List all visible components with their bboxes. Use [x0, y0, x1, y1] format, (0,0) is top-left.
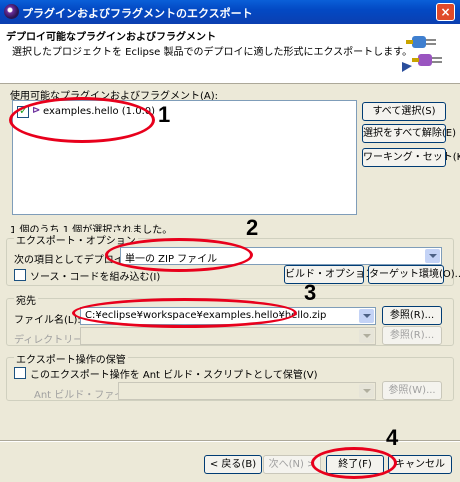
eclipse-icon	[4, 4, 19, 19]
browse-directory-button[interactable]: 参照(R)...	[382, 326, 442, 345]
ant-file-combo[interactable]	[118, 382, 376, 400]
annotation-ellipse-4	[311, 447, 397, 479]
chevron-down-icon[interactable]	[359, 309, 374, 323]
chevron-down-icon[interactable]	[425, 249, 440, 263]
header-title: デプロイ可能なプラグインおよびフラグメント	[6, 32, 216, 43]
chevron-down-icon[interactable]	[359, 384, 374, 398]
directory-combo[interactable]	[80, 327, 376, 345]
cancel-button[interactable]: キャンセル	[388, 455, 452, 474]
wizard-header: デプロイ可能なプラグインおよびフラグメント 選択したプロジェクトを Eclips…	[0, 24, 460, 84]
build-options-button[interactable]: ビルド・オプション(U)...	[284, 265, 400, 284]
annotation-number-2: 2	[246, 215, 259, 240]
include-source-checkbox[interactable]	[14, 269, 26, 281]
window-title: プラグインおよびフラグメントのエクスポート	[22, 7, 253, 20]
include-source-label: ソース・コードを組み込む(I)	[30, 272, 161, 283]
target-environment-button[interactable]: ターゲット環境(O)...	[368, 265, 460, 284]
title-bar: プラグインおよびフラグメントのエクスポート ×	[0, 0, 460, 24]
plugin-export-icon	[402, 36, 442, 72]
chevron-down-icon[interactable]	[359, 329, 374, 343]
file-name-label: ファイル名(L):	[14, 315, 81, 326]
annotation-number-4: 4	[386, 425, 399, 450]
select-all-button[interactable]: すべて選択(S)	[362, 102, 446, 121]
header-description: 選択したプロジェクトを Eclipse 製品でのデプロイに適した形式にエクスポー…	[12, 47, 413, 58]
save-export-legend: エクスポート操作の保管	[14, 351, 128, 366]
back-button[interactable]: < 戻る(B)	[204, 455, 262, 474]
annotation-ellipse-1	[9, 97, 155, 143]
browse-ant-button[interactable]: 参照(W)...	[382, 381, 442, 400]
annotation-ellipse-3	[72, 298, 297, 328]
annotation-number-1: 1	[158, 102, 171, 127]
destination-legend: 宛先	[14, 292, 38, 307]
close-button[interactable]: ×	[436, 3, 455, 21]
annotation-ellipse-2	[105, 238, 253, 272]
save-ant-checkbox[interactable]	[14, 367, 26, 379]
save-ant-label: このエクスポート操作を Ant ビルド・スクリプトとして保管(V)	[30, 370, 318, 381]
browse-file-button[interactable]: 参照(R)...	[382, 306, 442, 325]
working-set-button[interactable]: ワーキング・セット(K)...	[362, 148, 460, 167]
annotation-number-3: 3	[304, 280, 317, 305]
deselect-all-button[interactable]: 選択をすべて解除(E)	[362, 124, 456, 143]
